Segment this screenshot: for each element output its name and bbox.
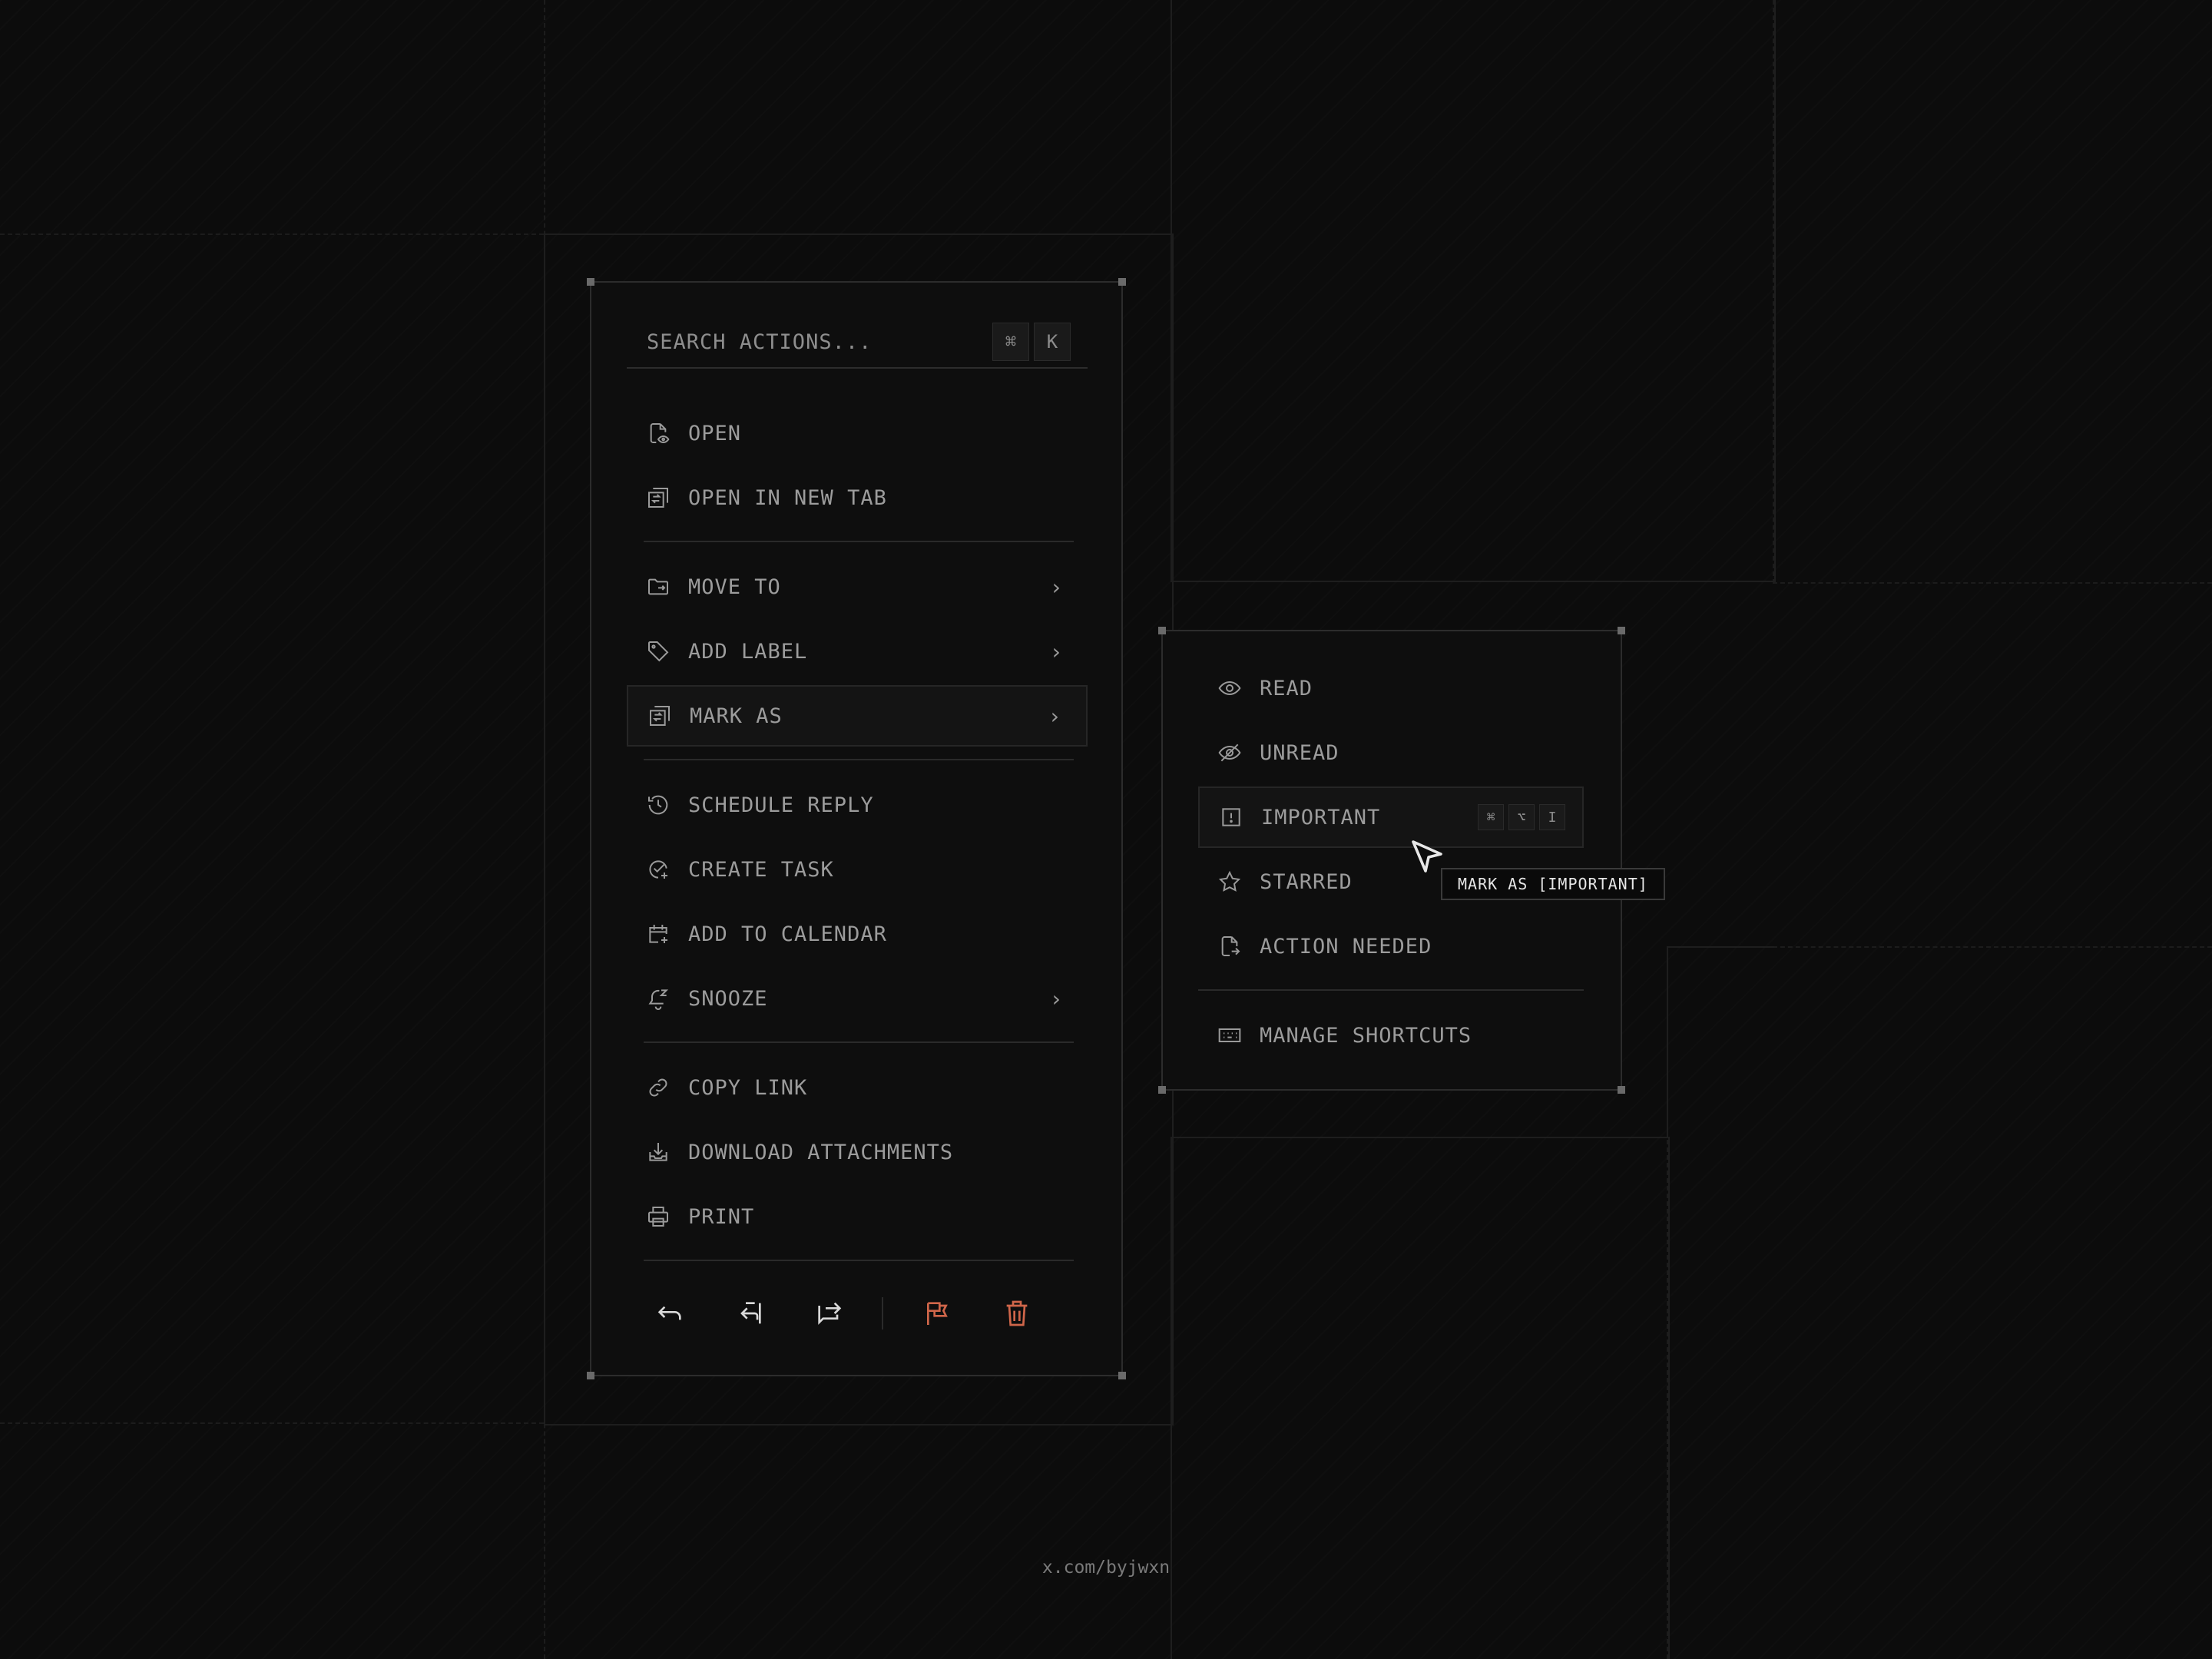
corner-marker [587,278,594,286]
menu-item-label: ADD LABEL [688,639,808,664]
folder-move-icon [645,574,671,600]
corner-marker [1118,1372,1126,1379]
submenu-item-unread[interactable]: UNREAD [1198,722,1584,783]
star-icon [1217,869,1243,895]
menu-divider [644,759,1074,760]
corner-marker [1618,1086,1625,1094]
eye-off-icon [1217,740,1243,766]
context-menu: ⌘ K OPEN OPEN IN NEW TAB MOVE TO › [587,278,1126,1379]
file-eye-icon [645,420,671,446]
shortcut-key-i: I [1539,804,1565,830]
corner-marker [1158,627,1166,634]
quick-actions-toolbar [627,1283,1088,1344]
open-new-tab-icon [645,485,671,511]
corner-marker [1118,278,1126,286]
menu-item-label: OPEN [688,421,742,445]
flag-icon[interactable] [911,1287,963,1339]
menu-item-copy-link[interactable]: COPY LINK [627,1057,1088,1118]
file-action-icon [1217,933,1243,959]
menu-item-download-attachments[interactable]: DOWNLOAD ATTACHMENTS [627,1121,1088,1183]
menu-item-label: PRINT [688,1204,755,1229]
menu-item-open[interactable]: OPEN [627,402,1088,464]
search-input[interactable] [627,329,988,355]
submenu-item-label: READ [1260,676,1313,700]
guide-frame [1171,0,1776,582]
menu-item-label: SCHEDULE REPLY [688,793,874,817]
guide-line [0,1422,544,1424]
shortcut-key-cmd: ⌘ [1478,804,1504,830]
clock-history-icon [645,792,671,818]
tooltip: MARK AS [IMPORTANT] [1441,868,1665,900]
reply-icon[interactable] [644,1287,696,1339]
toolbar-divider [882,1297,883,1330]
chevron-right-icon: › [1049,638,1063,664]
reply-all-icon[interactable] [724,1287,776,1339]
guide-frame [1667,946,1774,1138]
menu-divider [644,1041,1074,1043]
menu-divider [644,541,1074,542]
menu-item-create-task[interactable]: CREATE TASK [627,839,1088,900]
chevron-right-icon: › [1049,574,1063,600]
menu-item-print[interactable]: PRINT [627,1186,1088,1247]
printer-icon [645,1204,671,1230]
menu-item-schedule-reply[interactable]: SCHEDULE REPLY [627,774,1088,836]
corner-marker [1158,1086,1166,1094]
menu-item-mark-as[interactable]: MARK AS › [627,685,1088,747]
menu-item-add-to-calendar[interactable]: ADD TO CALENDAR [627,903,1088,965]
menu-item-label: COPY LINK [688,1075,808,1100]
mark-as-icon [647,703,673,729]
calendar-plus-icon [645,921,671,947]
mark-as-submenu: READ UNREAD IMPORTANT ⌘ ⌥ I STARRED ACTI… [1158,627,1625,1094]
eye-icon [1217,675,1243,701]
download-tray-icon [645,1139,671,1165]
menu-item-snooze[interactable]: SNOOZE › [627,968,1088,1029]
canvas: ⌘ K OPEN OPEN IN NEW TAB MOVE TO › [0,0,2212,1659]
menu-item-move-to[interactable]: MOVE TO › [627,556,1088,618]
menu-item-label: ADD TO CALENDAR [688,922,887,946]
menu-item-label: OPEN IN NEW TAB [688,485,887,510]
submenu-divider [1198,989,1584,991]
bell-snooze-icon [645,985,671,1012]
shortcut-key-option: ⌥ [1508,804,1535,830]
shortcut-key-cmd: ⌘ [992,323,1029,361]
chevron-right-icon: › [1049,985,1063,1012]
link-icon [645,1075,671,1101]
submenu-item-label: ACTION NEEDED [1260,934,1432,959]
menu-item-label: SNOOZE [688,986,768,1011]
keyboard-icon [1217,1022,1243,1048]
menu-item-label: CREATE TASK [688,857,834,882]
menu-item-label: MARK AS [690,704,783,728]
menu-item-label: MOVE TO [688,575,781,599]
submenu-item-action-needed[interactable]: ACTION NEEDED [1198,916,1584,977]
guide-line [0,233,544,235]
guide-line [1773,582,2212,584]
menu-divider [644,1260,1074,1261]
guide-frame [1171,1137,1670,1659]
shortcut-key-k: K [1034,323,1071,361]
important-square-icon [1218,804,1244,830]
submenu-item-label: MANAGE SHORTCUTS [1260,1023,1472,1048]
trash-icon[interactable] [991,1287,1043,1339]
credit-text: x.com/byjwxn [1041,1558,1171,1578]
submenu-item-label: UNREAD [1260,740,1339,765]
task-check-icon [645,856,671,882]
submenu-item-important[interactable]: IMPORTANT ⌘ ⌥ I [1198,786,1584,848]
mouse-cursor-icon [1412,840,1442,873]
corner-marker [587,1372,594,1379]
guide-line [1773,946,2212,948]
submenu-item-manage-shortcuts[interactable]: MANAGE SHORTCUTS [1198,1005,1584,1066]
menu-item-label: DOWNLOAD ATTACHMENTS [688,1140,954,1164]
tag-icon [645,638,671,664]
search-bar: ⌘ K [627,316,1088,369]
submenu-item-label: IMPORTANT [1261,805,1381,830]
menu-item-add-label[interactable]: ADD LABEL › [627,621,1088,682]
menu-item-open-in-new-tab[interactable]: OPEN IN NEW TAB [627,467,1088,528]
submenu-item-read[interactable]: READ [1198,657,1584,719]
forward-icon[interactable] [803,1287,856,1339]
corner-marker [1618,627,1625,634]
chevron-right-icon: › [1048,703,1061,729]
